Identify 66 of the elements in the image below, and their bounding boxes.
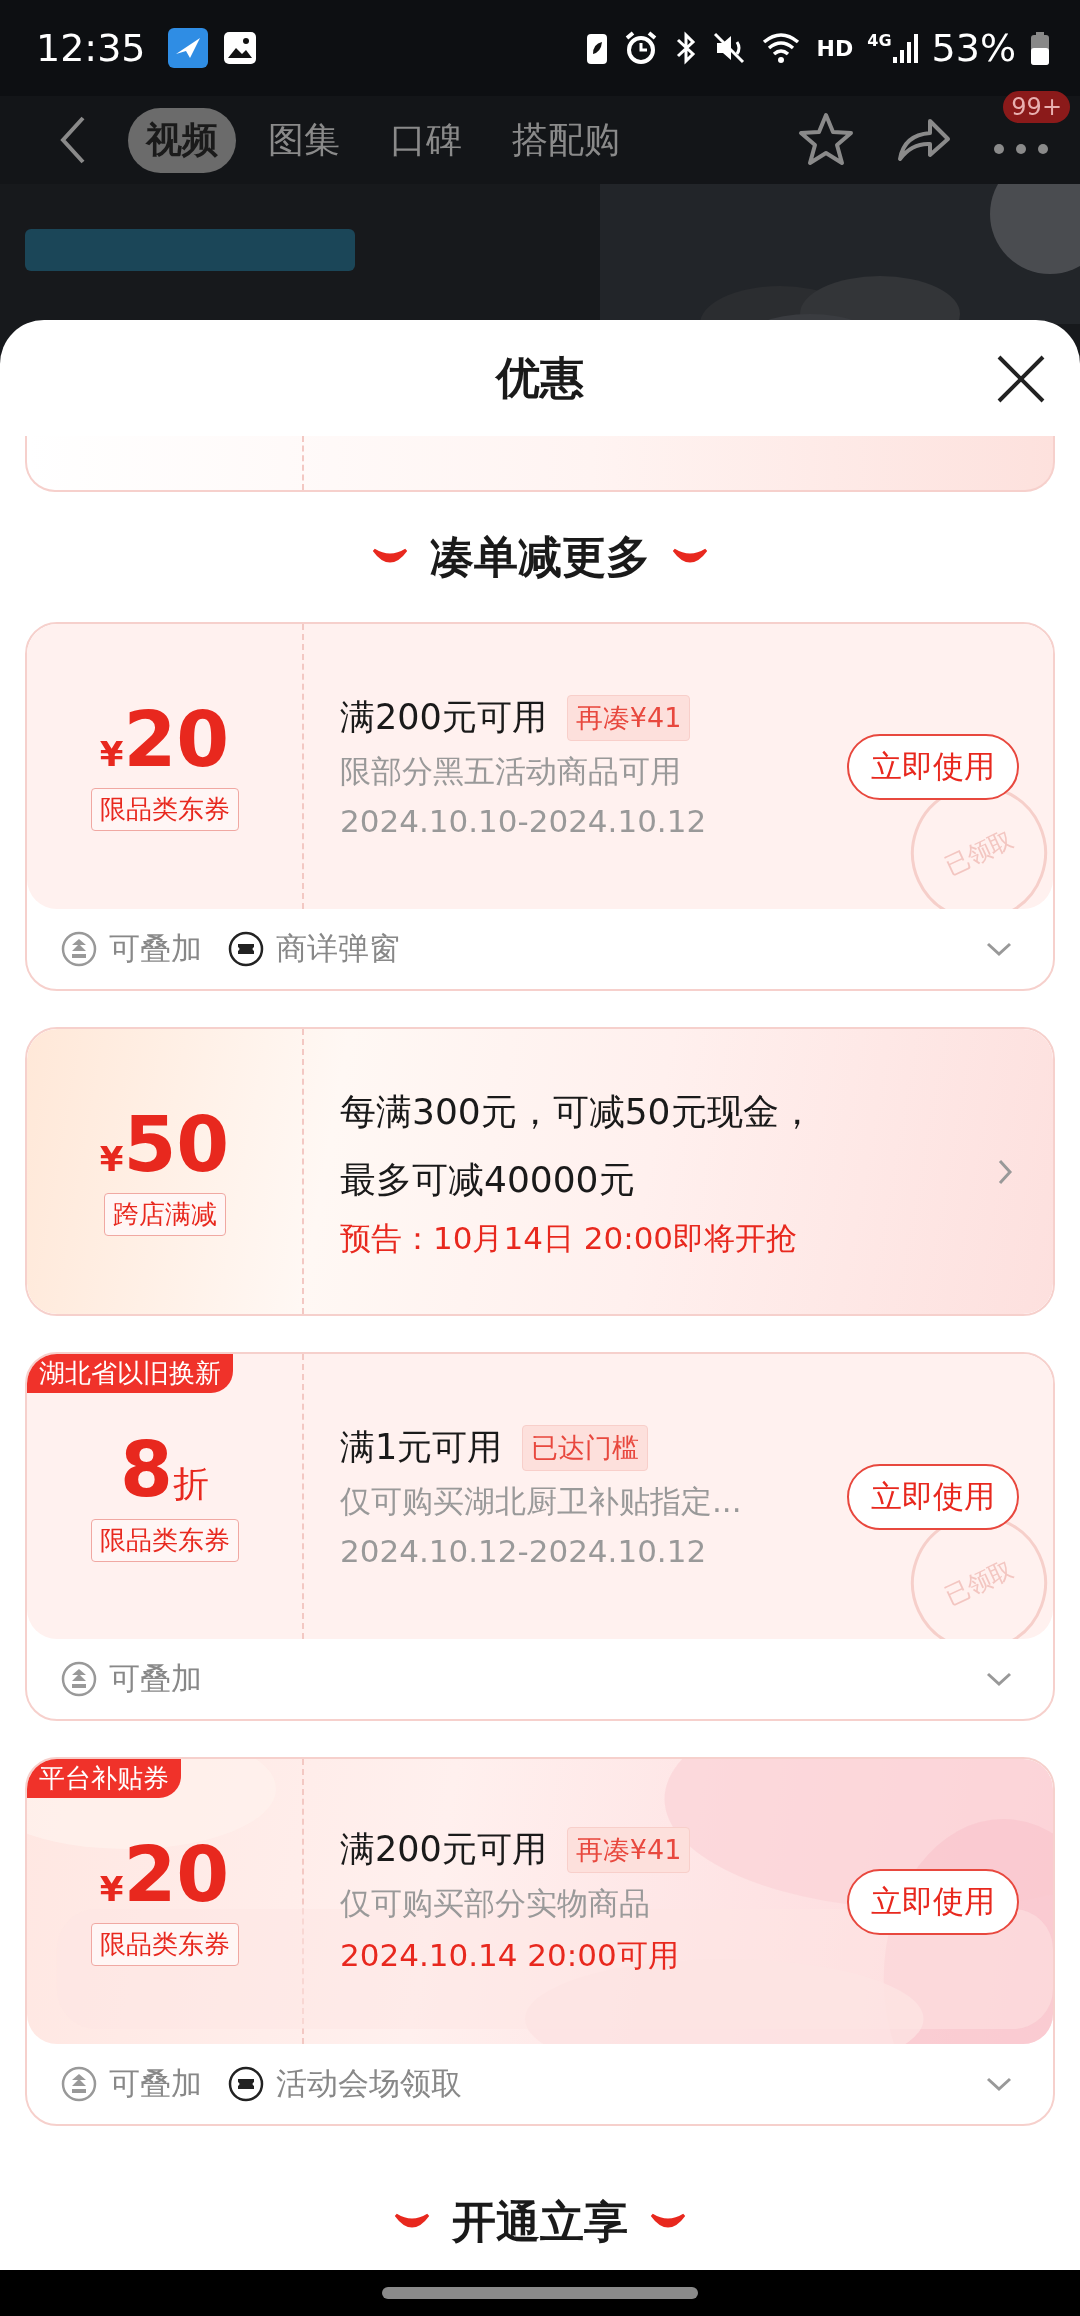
nav-tab[interactable]: 搭配购 <box>494 107 638 173</box>
coupon-condition: 最多可减40000元 <box>340 1157 636 1202</box>
mute-icon <box>712 30 747 66</box>
section-title: 凑单减更多 <box>430 529 650 584</box>
chevron-down-icon[interactable] <box>985 2076 1013 2092</box>
app-icon <box>167 28 208 68</box>
coupon-description: 限部分黑五活动商品可用 <box>340 752 682 791</box>
ticket-icon <box>228 2066 264 2102</box>
coupon-amount: 50 <box>123 1107 230 1183</box>
coupon-feature: 活动会场领取 <box>276 2064 462 2103</box>
coupon-amount: 20 <box>123 1837 230 1913</box>
section-title: 开通立享 <box>452 2194 628 2249</box>
coupon-feature: 商详弹窗 <box>276 929 400 968</box>
coupon-date: 2024.10.14 20:00可用 <box>340 1936 680 1975</box>
coupon-condition: 每满300元，可减50元现金， <box>340 1089 816 1134</box>
coupon-type-tag: 限品类东券 <box>90 1518 239 1562</box>
battery-icon <box>1030 30 1050 66</box>
threshold-tag: 再凑¥41 <box>566 694 691 741</box>
coupon-description: 仅可购买湖北厨卫补贴指定... <box>340 1482 743 1521</box>
coupon-feature: 可叠加 <box>109 929 202 968</box>
stack-icon <box>61 1661 97 1697</box>
coupon-feature: 可叠加 <box>109 2064 202 2103</box>
battery-percent: 53% <box>931 26 1016 70</box>
more-icon[interactable] <box>992 141 1050 156</box>
network-label: HD <box>816 35 854 61</box>
cell-label: 4G <box>867 31 892 50</box>
promo-corner-tag: 湖北省以旧换新 <box>27 1354 233 1393</box>
coupon-feature: 可叠加 <box>109 1659 202 1698</box>
chevron-down-icon[interactable] <box>985 941 1013 957</box>
coupon-condition: 满200元可用 <box>340 1828 547 1871</box>
home-handle[interactable] <box>382 2287 698 2299</box>
nav-tab[interactable]: 口碑 <box>372 107 480 173</box>
coupon-date: 2024.10.12-2024.10.12 <box>340 1533 708 1569</box>
currency-sign: ¥ <box>99 1869 124 1909</box>
stack-icon <box>61 931 97 967</box>
coupon-amount: 8 <box>120 1431 173 1508</box>
share-icon[interactable] <box>896 117 952 163</box>
chevron-down-icon[interactable] <box>985 1671 1013 1687</box>
coupon-type-tag: 限品类东券 <box>90 788 239 831</box>
threshold-tag: 已达门槛 <box>522 1424 649 1471</box>
currency-sign: ¥ <box>99 1139 124 1179</box>
use-now-button[interactable]: 立即使用 <box>847 1463 1019 1530</box>
discount-unit: 折 <box>172 1462 209 1506</box>
coupon-description: 仅可购买部分实物商品 <box>340 1884 651 1923</box>
coupon-date: 2024.10.10-2024.10.12 <box>340 803 708 839</box>
nav-tab[interactable]: 视频 <box>128 107 236 173</box>
sheet-title: 优惠 <box>496 350 584 405</box>
coupon-condition: 满1元可用 <box>340 1426 503 1469</box>
nav-tab[interactable]: 图集 <box>250 107 358 173</box>
ticket-icon <box>228 931 264 967</box>
currency-sign: ¥ <box>99 734 124 774</box>
close-icon[interactable] <box>996 354 1046 404</box>
use-now-button[interactable]: 立即使用 <box>847 733 1019 800</box>
coupon-type-tag: 跨店满减 <box>103 1193 226 1236</box>
use-now-button[interactable]: 立即使用 <box>847 1868 1019 1935</box>
image-icon <box>221 30 258 66</box>
status-time: 12:35 <box>36 26 146 70</box>
threshold-tag: 再凑¥41 <box>566 1826 691 1873</box>
stack-icon <box>61 2066 97 2102</box>
promo-corner-tag: 平台补贴券 <box>27 1759 181 1798</box>
coupon-amount: 20 <box>123 702 230 778</box>
coupon-condition: 满200元可用 <box>340 696 547 739</box>
coupon-date: 预告：10月14日 20:00即将开抢 <box>340 1219 799 1259</box>
coupon-type-tag: 限品类东券 <box>90 1923 239 1966</box>
signal-icon <box>891 31 918 65</box>
notification-badge: 99+ <box>1003 90 1070 123</box>
